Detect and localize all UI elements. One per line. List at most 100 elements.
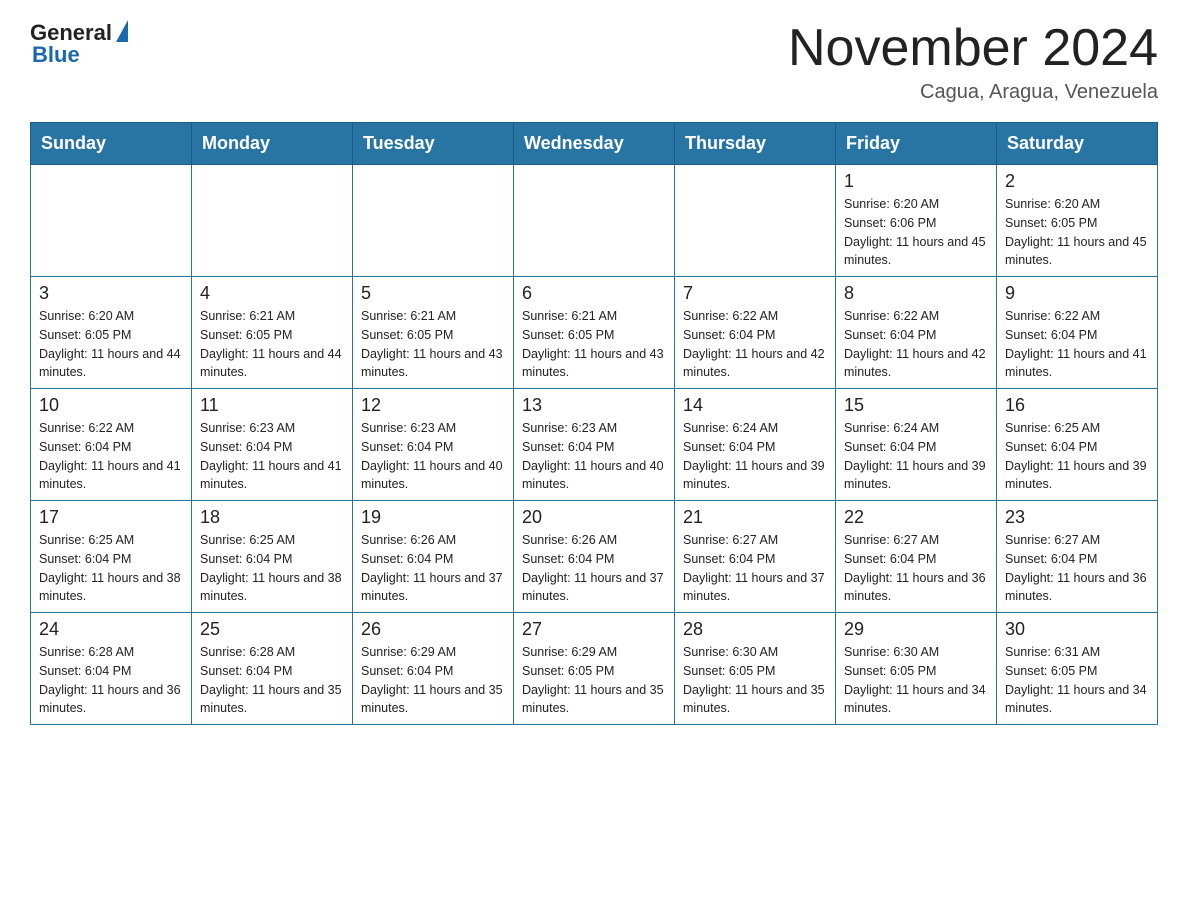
day-info: Sunrise: 6:20 AM Sunset: 6:06 PM Dayligh… [844, 195, 988, 270]
day-number: 23 [1005, 507, 1149, 528]
page-header: General Blue November 2024 Cagua, Aragua… [30, 20, 1158, 104]
day-number: 27 [522, 619, 666, 640]
day-info: Sunrise: 6:24 AM Sunset: 6:04 PM Dayligh… [844, 419, 988, 494]
calendar-cell: 16Sunrise: 6:25 AM Sunset: 6:04 PM Dayli… [997, 389, 1158, 501]
day-number: 20 [522, 507, 666, 528]
day-info: Sunrise: 6:21 AM Sunset: 6:05 PM Dayligh… [200, 307, 344, 382]
day-info: Sunrise: 6:25 AM Sunset: 6:04 PM Dayligh… [39, 531, 183, 606]
day-info: Sunrise: 6:30 AM Sunset: 6:05 PM Dayligh… [844, 643, 988, 718]
day-number: 6 [522, 283, 666, 304]
day-info: Sunrise: 6:29 AM Sunset: 6:05 PM Dayligh… [522, 643, 666, 718]
calendar-cell: 24 Sunrise: 6:28 AM Sunset: 6:04 PM Dayli… [31, 613, 192, 725]
calendar-cell [353, 165, 514, 277]
day-info: Sunrise: 6:20 AM Sunset: 6:05 PM Dayligh… [39, 307, 183, 382]
column-header-thursday: Thursday [675, 123, 836, 165]
calendar-cell: 9 Sunrise: 6:22 AM Sunset: 6:04 PM Daylig… [997, 277, 1158, 389]
calendar-cell: 15 Sunrise: 6:24 AM Sunset: 6:04 PM Dayli… [836, 389, 997, 501]
column-header-wednesday: Wednesday [514, 123, 675, 165]
calendar-cell: 8Sunrise: 6:22 AM Sunset: 6:04 PM Daylig… [836, 277, 997, 389]
day-info: Sunrise: 6:26 AM Sunset: 6:04 PM Dayligh… [522, 531, 666, 606]
day-number: 18 [200, 507, 344, 528]
week-row-5: 24 Sunrise: 6:28 AM Sunset: 6:04 PM Dayli… [31, 613, 1158, 725]
week-row-3: 10 Sunrise: 6:22 AM Sunset: 6:04 PM Dayli… [31, 389, 1158, 501]
day-info: Sunrise: 6:22 AM Sunset: 6:04 PM Dayligh… [39, 419, 183, 494]
week-row-2: 3 Sunrise: 6:20 AM Sunset: 6:05 PM Daylig… [31, 277, 1158, 389]
calendar-cell: 22Sunrise: 6:27 AM Sunset: 6:04 PM Dayli… [836, 501, 997, 613]
day-info: Sunrise: 6:28 AM Sunset: 6:04 PM Dayligh… [39, 643, 183, 718]
day-info: Sunrise: 6:21 AM Sunset: 6:05 PM Dayligh… [522, 307, 666, 382]
day-info: Sunrise: 6:26 AM Sunset: 6:04 PM Dayligh… [361, 531, 505, 606]
calendar-cell: 7Sunrise: 6:22 AM Sunset: 6:04 PM Daylig… [675, 277, 836, 389]
day-number: 10 [39, 395, 183, 416]
day-info: Sunrise: 6:27 AM Sunset: 6:04 PM Dayligh… [683, 531, 827, 606]
day-number: 19 [361, 507, 505, 528]
column-header-monday: Monday [192, 123, 353, 165]
calendar-cell: 20 Sunrise: 6:26 AM Sunset: 6:04 PM Dayli… [514, 501, 675, 613]
day-number: 26 [361, 619, 505, 640]
week-row-4: 17Sunrise: 6:25 AM Sunset: 6:04 PM Dayli… [31, 501, 1158, 613]
day-number: 14 [683, 395, 827, 416]
calendar-cell: 23 Sunrise: 6:27 AM Sunset: 6:04 PM Dayli… [997, 501, 1158, 613]
calendar-cell: 3 Sunrise: 6:20 AM Sunset: 6:05 PM Daylig… [31, 277, 192, 389]
calendar-cell [192, 165, 353, 277]
calendar-cell: 1Sunrise: 6:20 AM Sunset: 6:06 PM Daylig… [836, 165, 997, 277]
day-number: 11 [200, 395, 344, 416]
calendar-cell: 10 Sunrise: 6:22 AM Sunset: 6:04 PM Dayli… [31, 389, 192, 501]
day-number: 5 [361, 283, 505, 304]
calendar-table: SundayMondayTuesdayWednesdayThursdayFrid… [30, 122, 1158, 725]
calendar-cell: 5 Sunrise: 6:21 AM Sunset: 6:05 PM Daylig… [353, 277, 514, 389]
day-number: 24 [39, 619, 183, 640]
calendar-cell [31, 165, 192, 277]
day-info: Sunrise: 6:22 AM Sunset: 6:04 PM Dayligh… [1005, 307, 1149, 382]
day-number: 15 [844, 395, 988, 416]
calendar-cell: 26 Sunrise: 6:29 AM Sunset: 6:04 PM Dayli… [353, 613, 514, 725]
day-info: Sunrise: 6:20 AM Sunset: 6:05 PM Dayligh… [1005, 195, 1149, 270]
day-number: 21 [683, 507, 827, 528]
calendar-cell: 6 Sunrise: 6:21 AM Sunset: 6:05 PM Daylig… [514, 277, 675, 389]
day-number: 4 [200, 283, 344, 304]
calendar-cell: 19 Sunrise: 6:26 AM Sunset: 6:04 PM Dayli… [353, 501, 514, 613]
day-info: Sunrise: 6:23 AM Sunset: 6:04 PM Dayligh… [200, 419, 344, 494]
calendar-cell: 2Sunrise: 6:20 AM Sunset: 6:05 PM Daylig… [997, 165, 1158, 277]
calendar-cell [675, 165, 836, 277]
day-info: Sunrise: 6:27 AM Sunset: 6:04 PM Dayligh… [1005, 531, 1149, 606]
location-text: Cagua, Aragua, Venezuela [788, 81, 1158, 104]
day-info: Sunrise: 6:21 AM Sunset: 6:05 PM Dayligh… [361, 307, 505, 382]
calendar-cell: 17Sunrise: 6:25 AM Sunset: 6:04 PM Dayli… [31, 501, 192, 613]
calendar-cell: 18Sunrise: 6:25 AM Sunset: 6:04 PM Dayli… [192, 501, 353, 613]
calendar-cell: 30Sunrise: 6:31 AM Sunset: 6:05 PM Dayli… [997, 613, 1158, 725]
logo: General Blue [30, 20, 128, 68]
calendar-cell: 29 Sunrise: 6:30 AM Sunset: 6:05 PM Dayli… [836, 613, 997, 725]
column-header-saturday: Saturday [997, 123, 1158, 165]
day-number: 3 [39, 283, 183, 304]
day-number: 22 [844, 507, 988, 528]
week-row-1: 1Sunrise: 6:20 AM Sunset: 6:06 PM Daylig… [31, 165, 1158, 277]
day-info: Sunrise: 6:24 AM Sunset: 6:04 PM Dayligh… [683, 419, 827, 494]
logo-blue-text: Blue [32, 42, 80, 68]
calendar-cell: 25 Sunrise: 6:28 AM Sunset: 6:04 PM Dayli… [192, 613, 353, 725]
column-header-sunday: Sunday [31, 123, 192, 165]
day-info: Sunrise: 6:31 AM Sunset: 6:05 PM Dayligh… [1005, 643, 1149, 718]
calendar-cell: 12Sunrise: 6:23 AM Sunset: 6:04 PM Dayli… [353, 389, 514, 501]
day-info: Sunrise: 6:22 AM Sunset: 6:04 PM Dayligh… [844, 307, 988, 382]
logo-triangle-icon [116, 20, 128, 42]
day-number: 28 [683, 619, 827, 640]
day-number: 29 [844, 619, 988, 640]
column-header-tuesday: Tuesday [353, 123, 514, 165]
calendar-cell: 14 Sunrise: 6:24 AM Sunset: 6:04 PM Dayli… [675, 389, 836, 501]
day-info: Sunrise: 6:30 AM Sunset: 6:05 PM Dayligh… [683, 643, 827, 718]
day-info: Sunrise: 6:23 AM Sunset: 6:04 PM Dayligh… [361, 419, 505, 494]
month-title: November 2024 [788, 20, 1158, 77]
calendar-cell: 21 Sunrise: 6:27 AM Sunset: 6:04 PM Dayli… [675, 501, 836, 613]
calendar-cell: 27 Sunrise: 6:29 AM Sunset: 6:05 PM Dayli… [514, 613, 675, 725]
day-number: 25 [200, 619, 344, 640]
day-number: 13 [522, 395, 666, 416]
day-info: Sunrise: 6:23 AM Sunset: 6:04 PM Dayligh… [522, 419, 666, 494]
day-info: Sunrise: 6:28 AM Sunset: 6:04 PM Dayligh… [200, 643, 344, 718]
day-info: Sunrise: 6:29 AM Sunset: 6:04 PM Dayligh… [361, 643, 505, 718]
calendar-cell: 11 Sunrise: 6:23 AM Sunset: 6:04 PM Dayli… [192, 389, 353, 501]
calendar-header-row: SundayMondayTuesdayWednesdayThursdayFrid… [31, 123, 1158, 165]
column-header-friday: Friday [836, 123, 997, 165]
day-number: 9 [1005, 283, 1149, 304]
day-number: 7 [683, 283, 827, 304]
